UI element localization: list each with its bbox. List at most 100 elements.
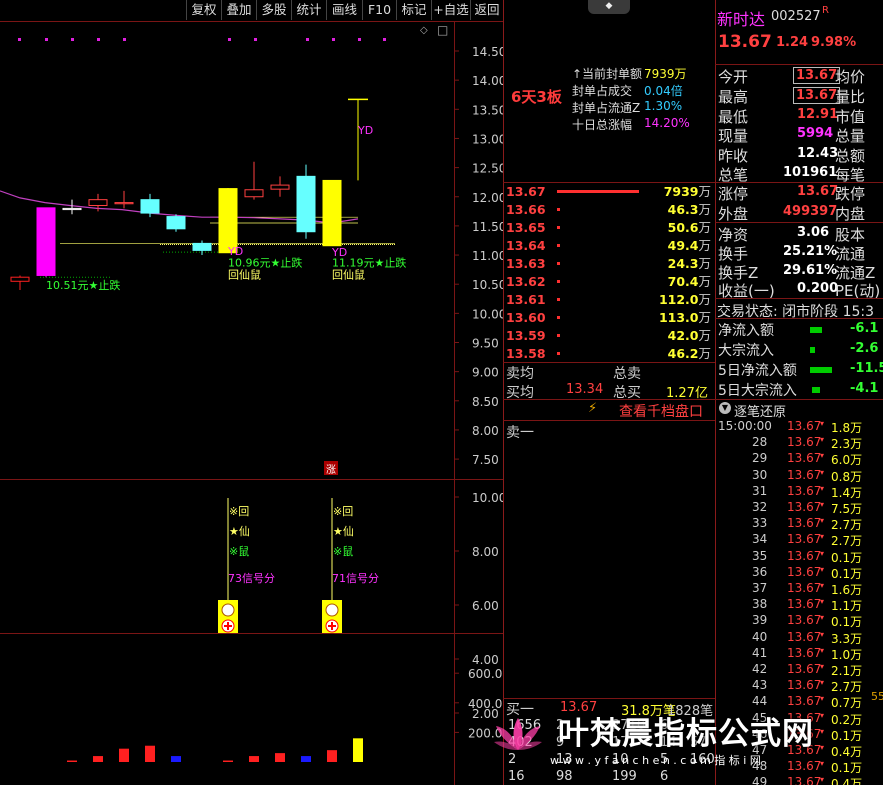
toolbar-button-4[interactable]: 画线: [326, 0, 362, 20]
tick-time: 43: [752, 678, 768, 693]
queue-volume-unit: 万: [698, 238, 711, 253]
volume-bar: [301, 756, 311, 762]
y-tick-label: 13.00: [472, 132, 503, 146]
tick-arrow-icon: ▾: [820, 645, 825, 655]
depth-button-label: 查看千档盘口: [619, 404, 703, 420]
y-tick-label: 7.50: [472, 453, 499, 467]
divider: [715, 64, 883, 65]
volume-bar: [223, 760, 233, 762]
tick-time: 41: [752, 645, 768, 660]
tick-volume: 0.8万: [831, 469, 863, 484]
volume-bar: [145, 745, 155, 762]
ticks-toggle-icon[interactable]: ▼: [719, 402, 731, 414]
top-marker-dot: [228, 38, 231, 41]
tick-arrow-icon: ▾: [820, 678, 825, 688]
stat-value: 12.91: [797, 107, 839, 122]
candle-body: [62, 207, 82, 211]
tick-arrow-icon: ▾: [820, 532, 825, 542]
queue-price: 13.60: [506, 310, 546, 325]
queue-volume-num: 113.0: [658, 310, 699, 325]
stat-value: 13.67: [797, 184, 839, 199]
queue-volume-unit: 万: [698, 184, 711, 199]
flow-label: 5日大宗流入: [718, 383, 797, 399]
tick-volume: 6.0万: [831, 453, 863, 468]
queue-volume-unit: 万: [698, 310, 711, 325]
tick-time: 15:00:00: [718, 419, 772, 433]
stat-label: 今开: [718, 68, 749, 86]
stock-name: 新时达: [717, 10, 766, 29]
top-marker-dot: [358, 38, 361, 41]
moneybag-icon: [221, 603, 235, 617]
queue-volume-unit: 万: [698, 292, 711, 307]
tick-price: 13.67: [787, 548, 822, 563]
volume-bar: [275, 753, 285, 762]
ticks-header[interactable]: ▼ 逐笔还原: [717, 401, 883, 420]
tick-time: 37: [752, 581, 768, 595]
volume-bar: [353, 738, 363, 762]
seal-label: 封单占成交: [572, 84, 633, 98]
seal-value: 14.20%: [644, 116, 690, 130]
queue-bar: [557, 262, 560, 265]
queue-volume-num: 49.4: [667, 238, 699, 253]
y-tick-label: 14.00: [472, 74, 503, 88]
stat-label-right: 流通: [835, 245, 866, 263]
queue-volume: 50.6万: [668, 219, 711, 237]
toolbar-button-8[interactable]: 返回: [470, 0, 503, 20]
tick-price: 13.67: [787, 419, 822, 433]
depth-button[interactable]: ⚡ 查看千档盘口: [588, 401, 713, 420]
watermark-title: 叶梵晨指标公式网: [558, 716, 814, 752]
seal-value: 0.04倍: [644, 84, 683, 98]
y-tick-label: 8.00: [472, 424, 499, 438]
volume-bar: [67, 760, 77, 762]
watermark-url: w w w . y f a n c h e n . c o m 指 标 i 网: [550, 754, 761, 767]
stat-value: 0.200: [797, 281, 839, 296]
tick-time: 32: [752, 500, 768, 514]
flow-label: 大宗流入: [718, 343, 774, 359]
queue-bar: [557, 298, 560, 301]
stat-value: 13.67: [793, 87, 841, 104]
signal-text: ★仙: [333, 525, 354, 538]
queue-volume-num: 42.0: [667, 328, 699, 343]
ticks-title: 逐笔还原: [734, 405, 787, 420]
collapse-tab[interactable]: ◆: [588, 0, 630, 14]
toolbar-button-7[interactable]: +自选: [431, 0, 470, 20]
toolbar-button-6[interactable]: 标记: [396, 0, 431, 20]
toolbar-button-2[interactable]: 多股: [256, 0, 291, 20]
signal-text: ※回: [333, 505, 353, 518]
candle-body: [140, 199, 160, 214]
toolbar-button-3[interactable]: 统计: [291, 0, 326, 20]
queue-volume: 24.3万: [668, 255, 711, 273]
queue-price: 13.61: [506, 292, 546, 307]
y-tick-label: 10.00: [472, 307, 503, 321]
divider: [503, 362, 715, 363]
signal-text: ※鼠: [229, 544, 249, 558]
queue-volume-num: 46.2: [667, 346, 699, 361]
divider: [503, 420, 715, 421]
toolbar-button-0[interactable]: 复权: [186, 0, 221, 20]
signal-text: ※回: [229, 505, 249, 518]
stat-label: 涨停: [718, 185, 749, 203]
y-tick-label: 9.00: [472, 366, 499, 380]
tick-volume: 0.1万: [831, 550, 863, 565]
tick-price: 13.67: [787, 500, 822, 514]
chart-settings-icon[interactable]: ◇: [420, 25, 428, 36]
top-marker-dot: [45, 38, 48, 41]
toolbar-button-1[interactable]: 叠加: [221, 0, 256, 20]
candle-body: [322, 179, 342, 247]
tick-arrow-icon: ▾: [820, 694, 825, 704]
tick-volume: 2.7万: [831, 518, 863, 533]
tick-arrow-icon: ▾: [820, 435, 825, 445]
queue-volume-unit: 万: [698, 346, 711, 361]
queue-volume: 7939万: [664, 183, 711, 201]
tick-time: 31: [752, 483, 768, 498]
stat-label-right: 量比: [835, 88, 866, 106]
tick-volume: 2.1万: [831, 664, 863, 678]
tick-arrow-icon: ▾: [820, 451, 825, 461]
chart-close-icon[interactable]: □: [437, 23, 448, 37]
queue-bar: [557, 352, 560, 355]
queue-bar: [557, 280, 560, 283]
yd-label: YD: [357, 124, 373, 137]
signal-text: ※鼠: [333, 544, 353, 558]
toolbar-button-5[interactable]: F10: [362, 0, 396, 20]
tick-price: 13.67: [787, 451, 822, 466]
